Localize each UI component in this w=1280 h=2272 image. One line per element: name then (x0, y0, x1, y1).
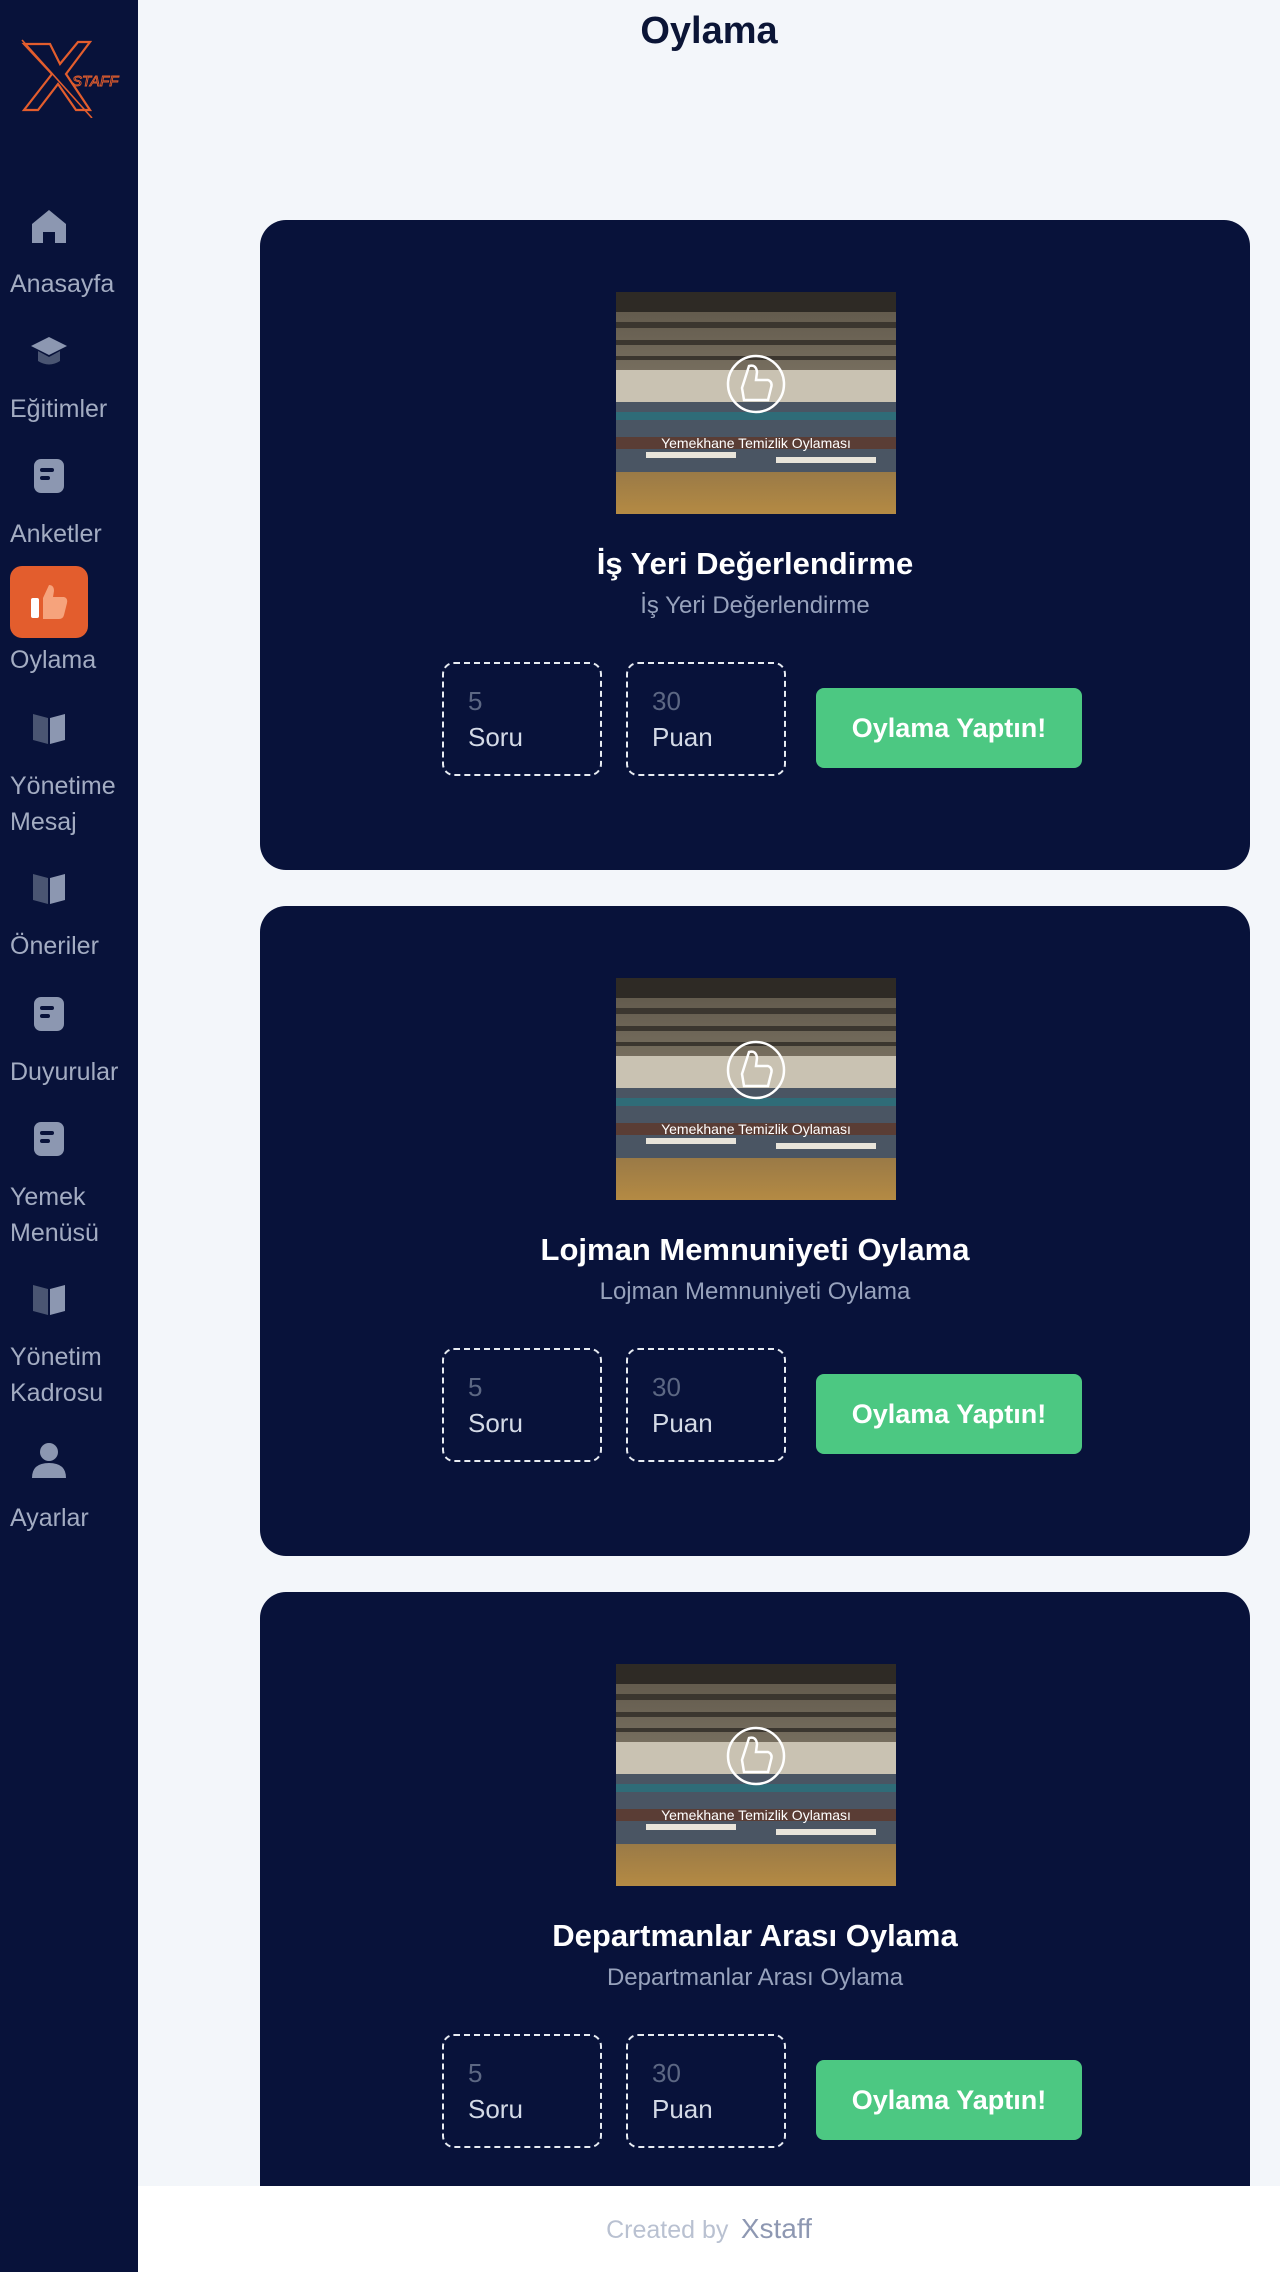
page-title: Oylama (640, 10, 778, 52)
poll-image: Yemekhane Temizlik Oylaması (616, 978, 896, 1200)
poll-image: Yemekhane Temizlik Oylaması (616, 292, 896, 514)
poll-card: Yemekhane Temizlik Oylaması Lojman Memnu… (260, 906, 1250, 1556)
points-box: 30 Puan (626, 2034, 786, 2148)
sidebar-item-label: Öneriler (10, 932, 99, 960)
question-count-box: 5 Soru (442, 662, 602, 776)
sidebar-item-label: Mesaj (10, 808, 77, 836)
home-icon (10, 190, 88, 262)
poll-card: Yemekhane Temizlik Oylaması İş Yeri Değe… (260, 220, 1250, 870)
points-value: 30 (652, 1372, 681, 1402)
footer-prefix: Created by (606, 2216, 729, 2244)
points-value: 30 (652, 2058, 681, 2088)
points-box: 30 Puan (626, 662, 786, 776)
sidebar-item-label: Yönetim (10, 1343, 102, 1371)
points-label: Puan (652, 722, 713, 752)
xstaff-logo[interactable]: STAFF (20, 38, 132, 119)
sidebar-item-label: Duyurular (10, 1058, 119, 1086)
vote-button[interactable]: Oylama Yaptın! (816, 1374, 1082, 1454)
sidebar-item-label: Kadrosu (10, 1379, 104, 1407)
poll-title: Departmanlar Arası Oylama (552, 1918, 958, 1953)
vote-button[interactable]: Oylama Yaptın! (816, 2060, 1082, 2140)
question-label: Soru (468, 722, 523, 752)
book-icon (10, 852, 88, 924)
poll-card: Yemekhane Temizlik Oylaması Departmanlar… (260, 1592, 1250, 2242)
document-icon (10, 440, 88, 512)
sidebar-item-label: Anketler (10, 520, 102, 548)
points-label: Puan (652, 1408, 713, 1438)
footer: Created by Xstaff (138, 2186, 1280, 2272)
question-label: Soru (468, 1408, 523, 1438)
thumbs-up-icon (10, 566, 88, 638)
sidebar: STAFF Anasayfa Eğitimler Anketler Oylama… (0, 0, 138, 2272)
question-count: 5 (468, 686, 483, 716)
sidebar-item-label: Oylama (10, 646, 97, 674)
document-icon (10, 1103, 88, 1175)
poll-subtitle: Lojman Memnuniyeti Oylama (599, 1278, 911, 1305)
question-count: 5 (468, 2058, 483, 2088)
image-caption: Yemekhane Temizlik Oylaması (661, 1121, 851, 1137)
poll-title: İş Yeri Değerlendirme (596, 546, 914, 581)
sidebar-item-label: Yönetime (10, 772, 116, 800)
question-label: Soru (468, 2094, 523, 2124)
sidebar-item-label: Ayarlar (10, 1504, 89, 1532)
vote-button[interactable]: Oylama Yaptın! (816, 688, 1082, 768)
sidebar-item-label: Anasayfa (10, 270, 115, 298)
points-box: 30 Puan (626, 1348, 786, 1462)
logo-text: STAFF (72, 73, 119, 90)
poll-image: Yemekhane Temizlik Oylaması (616, 1664, 896, 1886)
question-count: 5 (468, 1372, 483, 1402)
document-icon (10, 978, 88, 1050)
sidebar-item-label: Yemek (10, 1183, 86, 1211)
graduation-cap-icon (10, 315, 88, 387)
image-caption: Yemekhane Temizlik Oylaması (661, 1807, 851, 1823)
poll-subtitle: Departmanlar Arası Oylama (606, 1964, 904, 1991)
book-icon (10, 692, 88, 764)
sidebar-item-label: Menüsü (10, 1219, 99, 1247)
points-value: 30 (652, 686, 681, 716)
footer-brand-link[interactable]: Xstaff (741, 2213, 812, 2244)
points-label: Puan (652, 2094, 713, 2124)
poll-title: Lojman Memnuniyeti Oylama (540, 1232, 970, 1267)
question-count-box: 5 Soru (442, 2034, 602, 2148)
image-caption: Yemekhane Temizlik Oylaması (661, 435, 851, 451)
poll-subtitle: İş Yeri Değerlendirme (640, 592, 870, 619)
book-icon (10, 1263, 88, 1335)
sidebar-item-label: Eğitimler (10, 395, 108, 423)
user-icon (10, 1424, 88, 1496)
question-count-box: 5 Soru (442, 1348, 602, 1462)
